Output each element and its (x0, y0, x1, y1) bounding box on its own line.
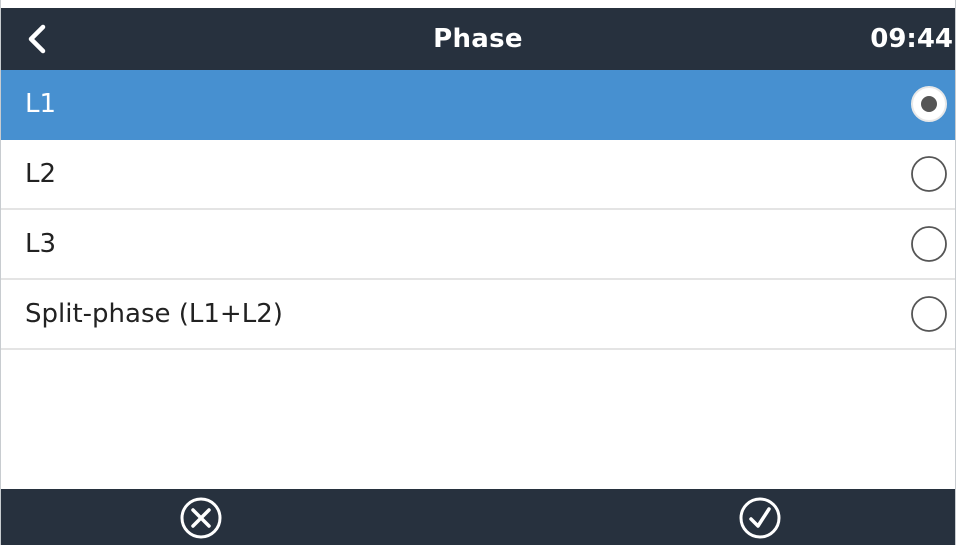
page-title: Phase (433, 24, 523, 54)
option-label: L1 (25, 89, 57, 119)
option-label: Split-phase (L1+L2) (25, 299, 283, 329)
circle-check-icon (739, 497, 781, 539)
phase-option-list: L1 L2 L3 Split-phase (L1+L2) (1, 70, 955, 350)
footer-bar (1, 489, 955, 545)
phase-option-l3[interactable]: L3 (1, 210, 955, 280)
option-label: L3 (25, 229, 57, 259)
phase-option-l1[interactable]: L1 (1, 70, 955, 140)
cancel-button[interactable] (179, 496, 223, 540)
screen: Phase 09:44 L1 L2 L3 Split-phase (L1+L2) (0, 0, 956, 545)
circle-x-icon (180, 497, 222, 539)
radio-selected-icon[interactable] (909, 84, 949, 124)
phase-option-split[interactable]: Split-phase (L1+L2) (1, 280, 955, 350)
clock-time: 09:44 (870, 24, 953, 54)
radio-unselected-icon[interactable] (909, 224, 949, 264)
option-label: L2 (25, 159, 57, 189)
top-strip (1, 0, 955, 8)
phase-option-l2[interactable]: L2 (1, 140, 955, 210)
radio-unselected-icon[interactable] (909, 154, 949, 194)
confirm-button[interactable] (738, 496, 782, 540)
header-bar: Phase 09:44 (1, 8, 955, 70)
radio-unselected-icon[interactable] (909, 294, 949, 334)
